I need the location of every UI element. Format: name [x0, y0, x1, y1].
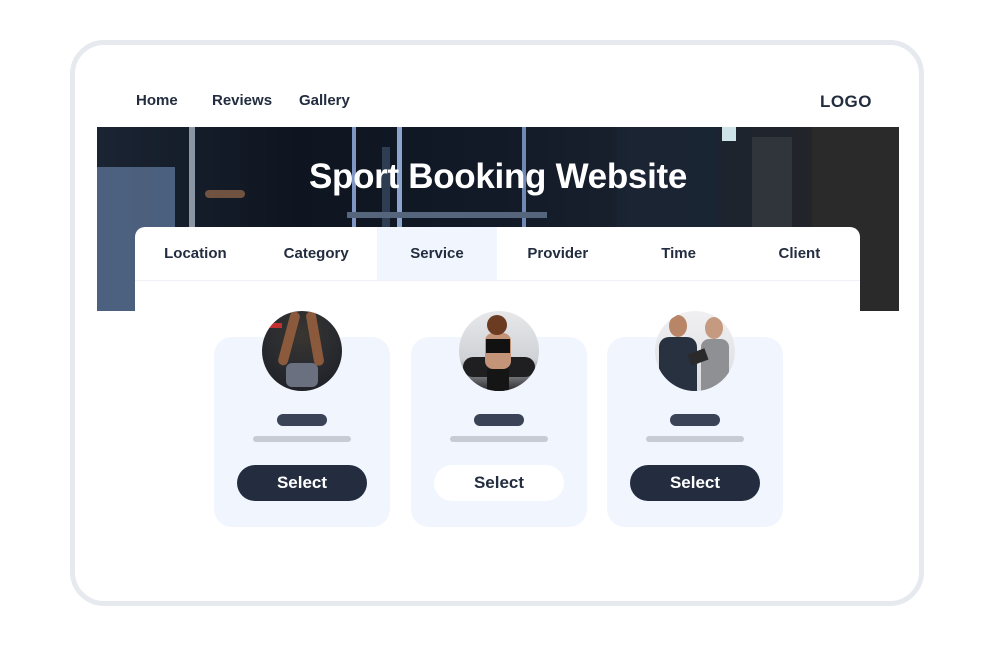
- top-nav: Home Reviews Gallery LOGO: [97, 72, 899, 127]
- service-card: Select: [214, 311, 390, 527]
- tab-provider[interactable]: Provider: [497, 227, 618, 280]
- nav-link-reviews[interactable]: Reviews: [212, 92, 272, 109]
- service-card: Select: [607, 311, 783, 527]
- tab-client[interactable]: Client: [739, 227, 860, 280]
- service-image-trainer: [655, 311, 735, 391]
- service-name-placeholder: [277, 414, 327, 426]
- tab-service[interactable]: Service: [376, 227, 498, 280]
- tab-category[interactable]: Category: [256, 227, 377, 280]
- hero-title: Sport Booking Website: [308, 157, 688, 196]
- service-card: Select: [411, 311, 587, 527]
- service-desc-placeholder: [450, 436, 548, 442]
- hero-bg-bar: [347, 212, 547, 218]
- select-button[interactable]: Select: [630, 465, 760, 501]
- tab-time[interactable]: Time: [618, 227, 739, 280]
- service-desc-placeholder: [253, 436, 351, 442]
- tab-location[interactable]: Location: [135, 227, 256, 280]
- service-name-placeholder: [474, 414, 524, 426]
- hero-bg-highlight: [722, 127, 736, 141]
- select-button[interactable]: Select: [434, 465, 564, 501]
- service-desc-placeholder: [646, 436, 744, 442]
- booking-steps-tabs: Location Category Service Provider Time …: [135, 227, 860, 281]
- logo[interactable]: LOGO: [820, 92, 872, 112]
- service-image-treadmill: [459, 311, 539, 391]
- select-button[interactable]: Select: [237, 465, 367, 501]
- booking-panel: Location Category Service Provider Time …: [135, 227, 860, 573]
- service-name-placeholder: [670, 414, 720, 426]
- nav-link-home[interactable]: Home: [136, 92, 178, 109]
- nav-link-gallery[interactable]: Gallery: [299, 92, 350, 109]
- service-image-kettlebell: [262, 311, 342, 391]
